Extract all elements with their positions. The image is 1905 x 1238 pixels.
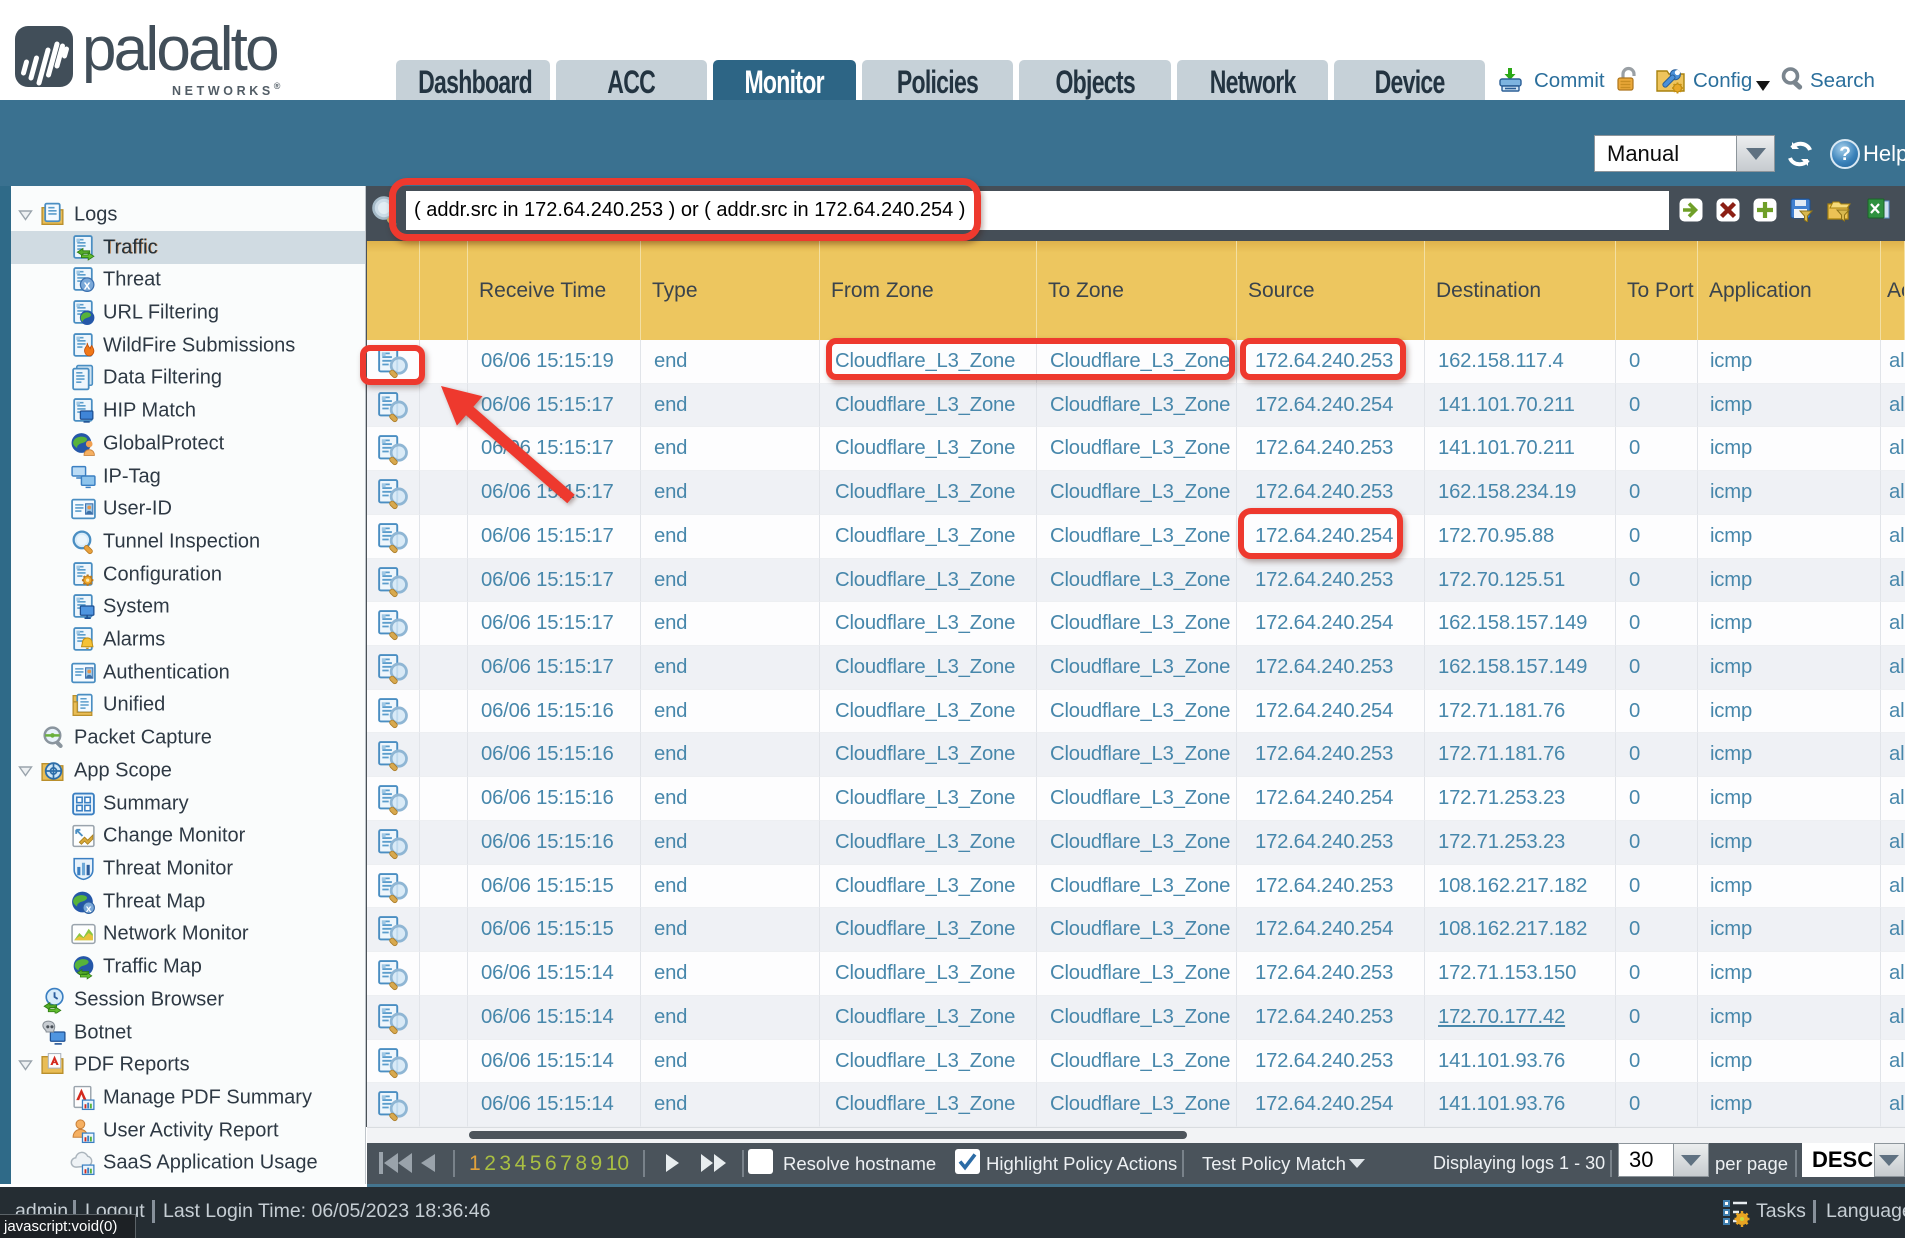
svg-text:x: x (86, 904, 92, 915)
svg-text:x: x (84, 279, 91, 293)
